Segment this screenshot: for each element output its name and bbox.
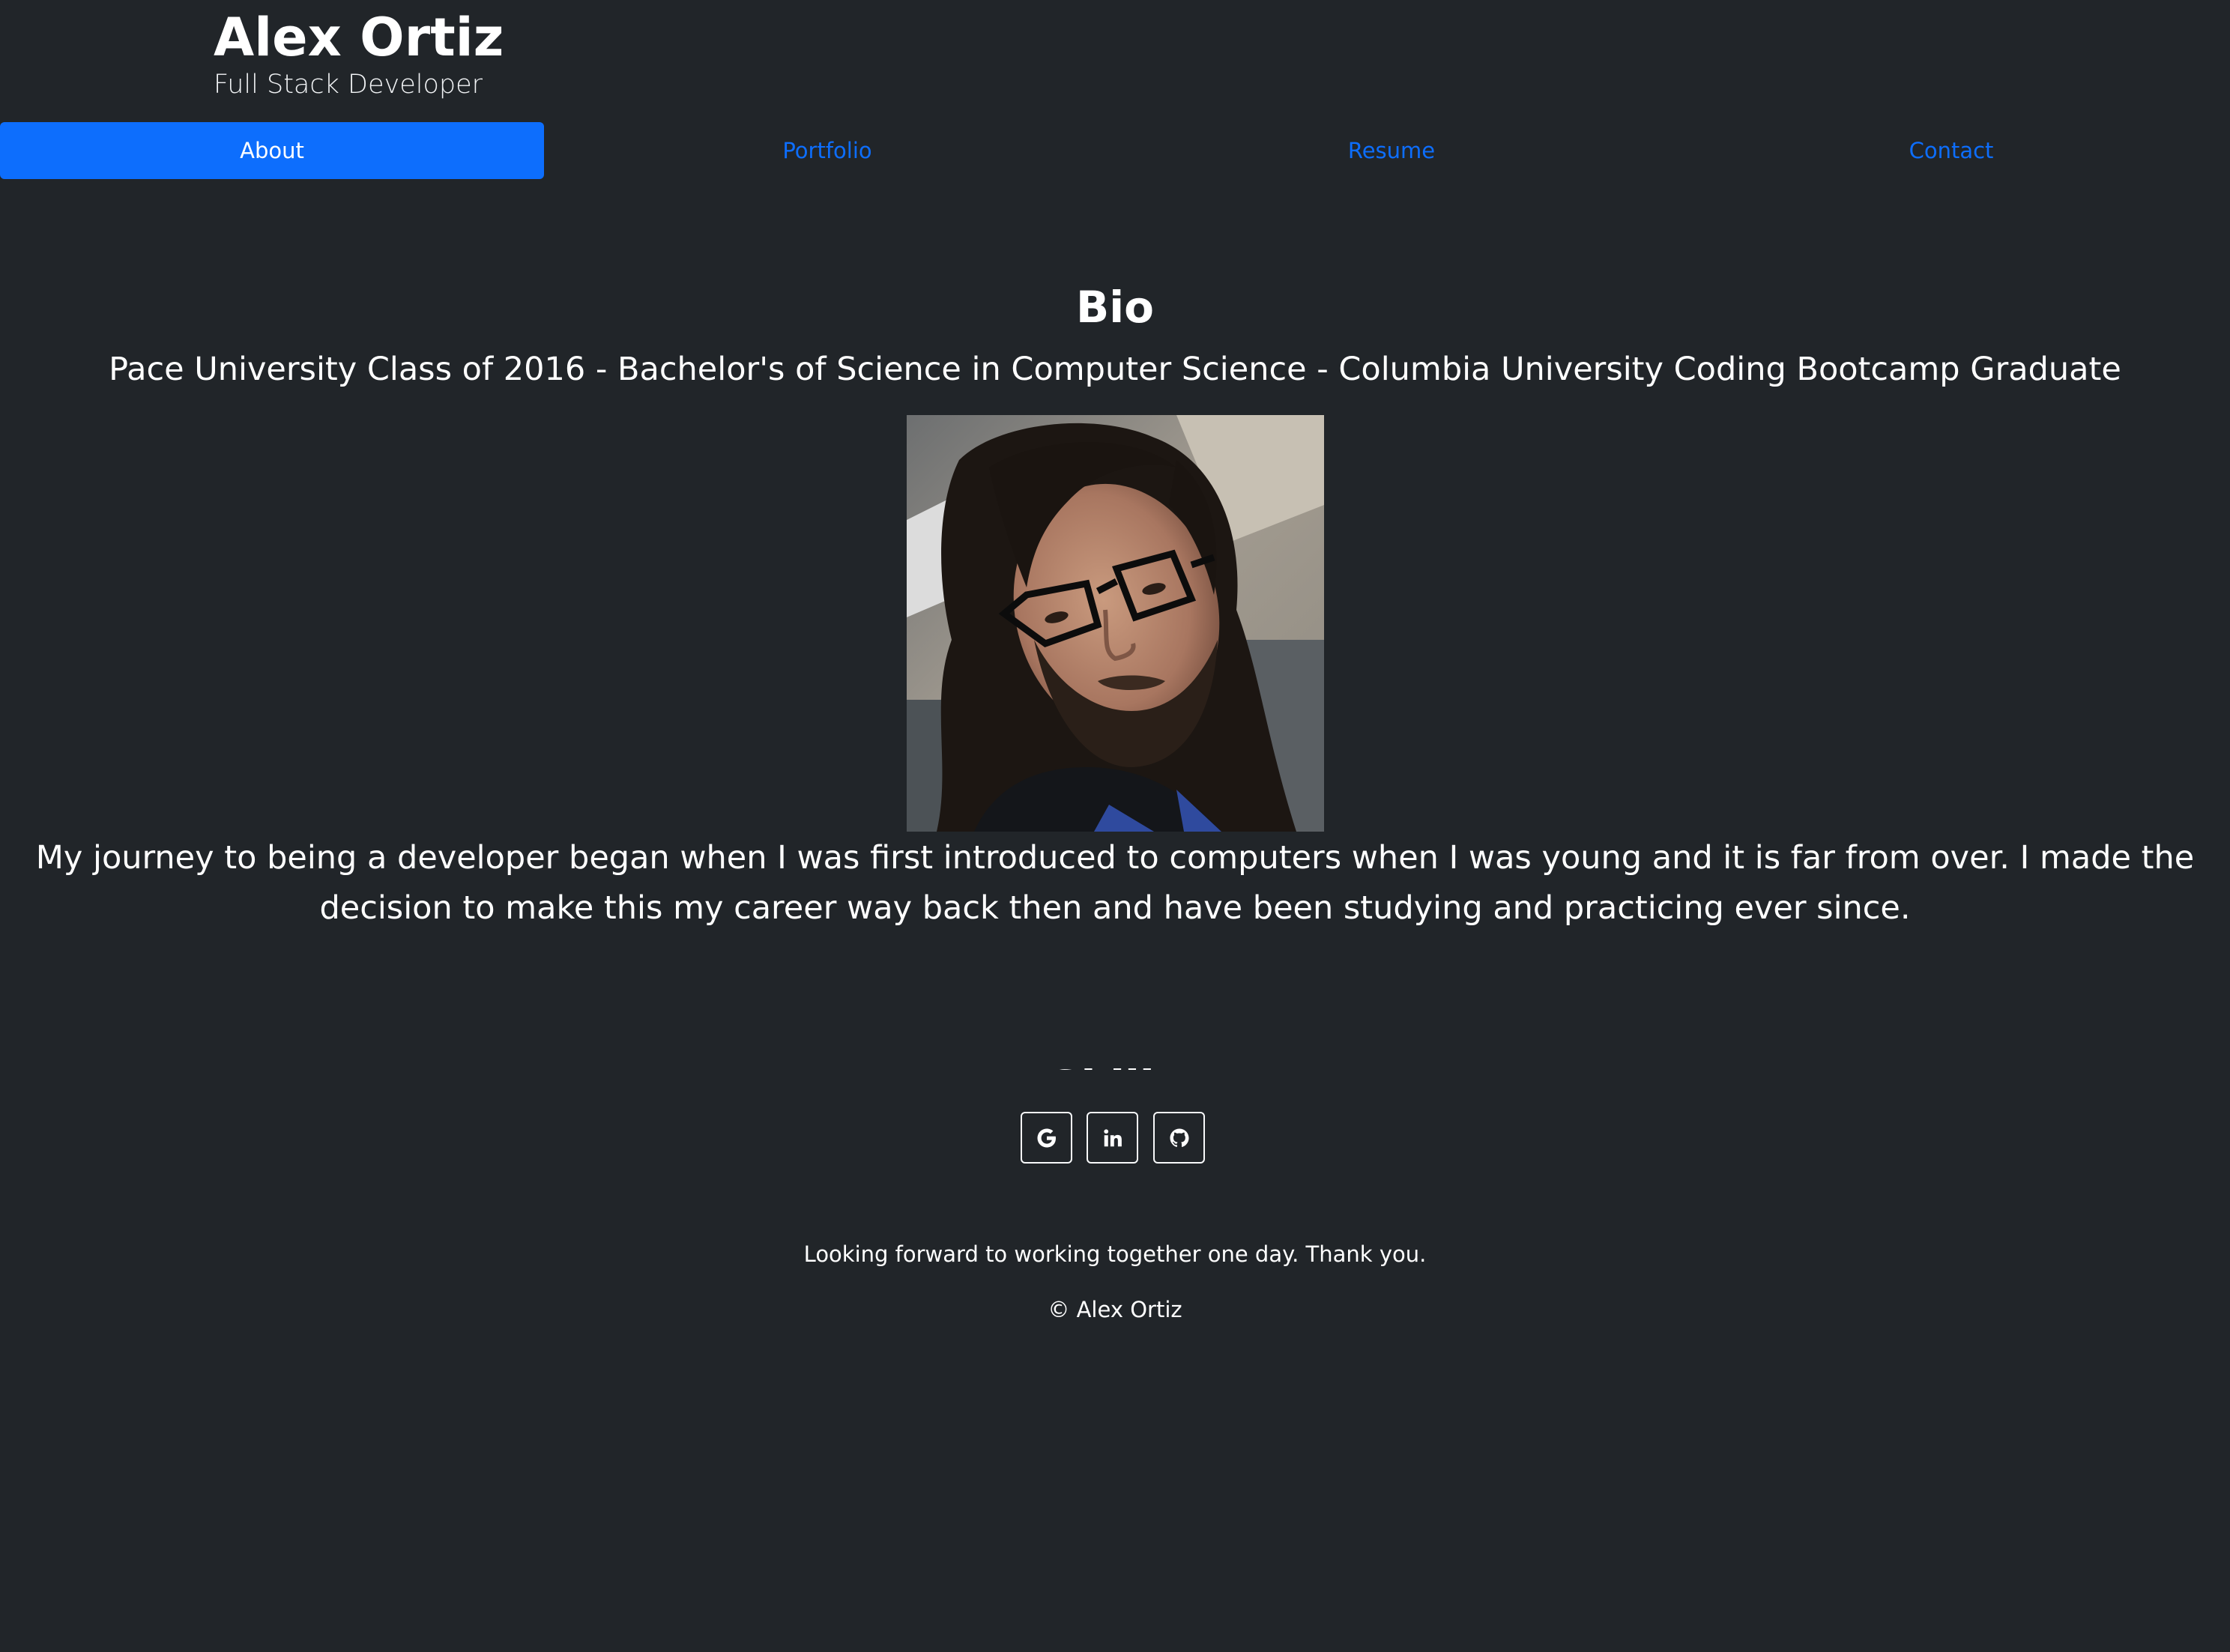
- nav-contact[interactable]: Contact: [1672, 122, 2230, 179]
- site-header: Alex Ortiz Full Stack Developer: [214, 0, 1113, 120]
- github-button[interactable]: [1153, 1112, 1205, 1164]
- profile-photo-art: [907, 415, 1324, 832]
- nav-resume[interactable]: Resume: [1111, 122, 1672, 179]
- bio-subtitle: Pace University Class of 2016 - Bachelor…: [109, 351, 2121, 388]
- footer-note: Looking forward to working together one …: [803, 1241, 1427, 1267]
- site-name: Alex Ortiz: [214, 7, 504, 68]
- linkedin-icon: [1103, 1128, 1122, 1146]
- profile-photo: [907, 415, 1324, 832]
- google-button[interactable]: [1021, 1112, 1072, 1164]
- nav-about[interactable]: About: [0, 122, 544, 179]
- site-tagline: Full Stack Developer: [214, 70, 483, 100]
- social-links: [1021, 1112, 1212, 1166]
- main-nav: About Portfolio Resume Contact: [0, 122, 2230, 179]
- skills-heading: Skills: [0, 1058, 2230, 1070]
- bio-text: My journey to being a developer began wh…: [35, 839, 2195, 927]
- google-icon: [1037, 1128, 1056, 1147]
- skills-section: Skills: [0, 1041, 2230, 1070]
- footer-copyright: © Alex Ortiz: [1048, 1297, 1182, 1322]
- nav-portfolio[interactable]: Portfolio: [544, 122, 1111, 179]
- linkedin-button[interactable]: [1087, 1112, 1138, 1164]
- bio-heading: Bio: [1076, 282, 1154, 333]
- github-icon: [1170, 1128, 1188, 1147]
